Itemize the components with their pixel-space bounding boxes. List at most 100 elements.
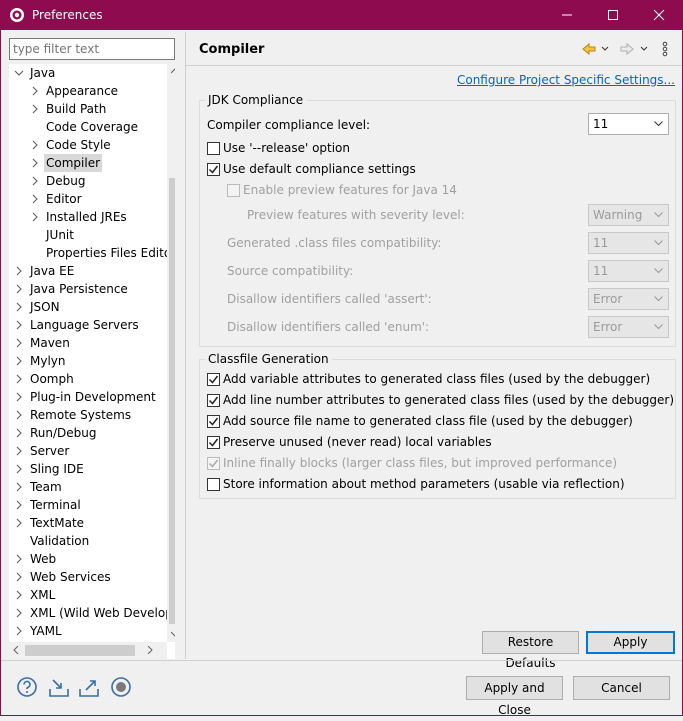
- chevron-right-icon[interactable]: [30, 208, 40, 226]
- classfile-option-checkbox[interactable]: [207, 394, 220, 407]
- chevron-right-icon[interactable]: [30, 172, 40, 190]
- classfile-option-checkbox[interactable]: [207, 436, 220, 449]
- tree-item[interactable]: Java EE: [9, 262, 167, 280]
- chevron-down-icon[interactable]: [14, 64, 24, 82]
- tree-item[interactable]: Editor: [9, 190, 167, 208]
- tree-horizontal-scroll-thumb[interactable]: [25, 645, 135, 656]
- close-button[interactable]: [636, 1, 682, 30]
- chevron-right-icon[interactable]: [14, 586, 24, 604]
- tree-vertical-scroll-thumb[interactable]: [169, 178, 175, 624]
- record-icon[interactable]: [109, 675, 133, 699]
- tree-item[interactable]: Terminal: [9, 496, 167, 514]
- chevron-right-icon[interactable]: [14, 334, 24, 352]
- preferences-tree[interactable]: Java Appearance Build Path Code Coverage Cod…: [9, 64, 175, 659]
- chevron-right-icon[interactable]: [14, 280, 24, 298]
- chevron-right-icon[interactable]: [14, 388, 24, 406]
- tree-item[interactable]: Properties Files Editor: [9, 244, 175, 262]
- back-arrow-icon[interactable]: [581, 41, 611, 57]
- maximize-button[interactable]: [590, 1, 636, 30]
- use-default-compliance-checkbox[interactable]: [207, 163, 220, 176]
- tree-item[interactable]: YAML: [9, 622, 167, 640]
- chevron-right-icon[interactable]: [14, 568, 24, 586]
- chevron-right-icon[interactable]: [14, 316, 24, 334]
- tree-item[interactable]: Web Services: [9, 568, 167, 586]
- scroll-right-icon[interactable]: [147, 646, 153, 654]
- tree-item[interactable]: Remote Systems: [9, 406, 167, 424]
- scroll-left-icon[interactable]: [13, 646, 19, 654]
- tree-item[interactable]: Installed JREs: [9, 208, 167, 226]
- import-icon[interactable]: [47, 675, 71, 699]
- tree-item[interactable]: JSON: [9, 298, 167, 316]
- tree-item[interactable]: Code Coverage: [9, 118, 167, 136]
- chevron-right-icon[interactable]: [14, 478, 24, 496]
- tree-item[interactable]: Compiler: [9, 154, 167, 172]
- chevron-right-icon[interactable]: [30, 136, 40, 154]
- panel-splitter[interactable]: [185, 32, 186, 659]
- help-icon[interactable]: [15, 675, 39, 699]
- tree-item[interactable]: Run/Debug: [9, 424, 167, 442]
- tree-item[interactable]: Validation: [9, 532, 167, 550]
- tree-item[interactable]: Team: [9, 478, 167, 496]
- configure-project-settings-link[interactable]: Configure Project Specific Settings...: [457, 73, 675, 87]
- tree-item[interactable]: Appearance: [9, 82, 167, 100]
- preview-severity-combo[interactable]: Warning: [588, 204, 669, 226]
- chevron-right-icon[interactable]: [14, 442, 24, 460]
- tree-item[interactable]: Server: [9, 442, 167, 460]
- apply-and-close-button[interactable]: Apply and Close: [466, 676, 563, 717]
- chevron-right-icon[interactable]: [30, 154, 40, 172]
- tree-item[interactable]: Code Style: [9, 136, 167, 154]
- classfile-option-checkbox[interactable]: [207, 478, 220, 491]
- minimize-button[interactable]: [544, 1, 590, 30]
- disallow-enum-combo[interactable]: Error: [588, 316, 669, 338]
- forward-arrow-icon[interactable]: [619, 41, 653, 57]
- chevron-right-icon[interactable]: [14, 514, 24, 532]
- apply-button[interactable]: Apply: [586, 631, 675, 654]
- enable-preview-checkbox[interactable]: [227, 184, 240, 197]
- chevron-right-icon[interactable]: [14, 460, 24, 478]
- chevron-right-icon[interactable]: [14, 550, 24, 568]
- filter-input[interactable]: [9, 38, 175, 60]
- chevron-right-icon[interactable]: [14, 622, 24, 640]
- scroll-up-icon[interactable]: [171, 68, 175, 74]
- generated-class-compat-combo[interactable]: 11: [588, 232, 669, 254]
- tree-item[interactable]: Java Persistence: [9, 280, 167, 298]
- tree-item[interactable]: XML (Wild Web Developer): [9, 604, 175, 622]
- chevron-right-icon[interactable]: [14, 352, 24, 370]
- tree-item[interactable]: Sling IDE: [9, 460, 167, 478]
- chevron-right-icon[interactable]: [14, 496, 24, 514]
- classfile-option-checkbox[interactable]: [207, 457, 220, 470]
- chevron-right-icon[interactable]: [14, 298, 24, 316]
- tree-item[interactable]: TextMate: [9, 514, 167, 532]
- tree-vertical-scrollbar[interactable]: [167, 64, 175, 642]
- tree-item[interactable]: Web: [9, 550, 167, 568]
- tree-item[interactable]: Java: [9, 64, 167, 82]
- source-compat-combo[interactable]: 11: [588, 260, 669, 282]
- tree-item[interactable]: XML: [9, 586, 167, 604]
- classfile-option-checkbox[interactable]: [207, 373, 220, 386]
- view-menu-icon[interactable]: [661, 41, 669, 57]
- classfile-option-checkbox[interactable]: [207, 415, 220, 428]
- restore-defaults-button[interactable]: Restore Defaults: [482, 631, 579, 670]
- tree-item[interactable]: JUnit: [9, 226, 167, 244]
- release-option-checkbox[interactable]: [207, 142, 220, 155]
- export-icon[interactable]: [77, 675, 101, 699]
- chevron-right-icon[interactable]: [30, 82, 40, 100]
- chevron-right-icon[interactable]: [14, 604, 24, 622]
- chevron-right-icon[interactable]: [14, 424, 24, 442]
- chevron-right-icon[interactable]: [14, 406, 24, 424]
- disallow-assert-combo[interactable]: Error: [588, 288, 669, 310]
- tree-item[interactable]: Oomph: [9, 370, 167, 388]
- tree-item[interactable]: Mylyn: [9, 352, 167, 370]
- chevron-right-icon[interactable]: [30, 100, 40, 118]
- tree-item[interactable]: Plug-in Development: [9, 388, 167, 406]
- chevron-right-icon[interactable]: [14, 262, 24, 280]
- scroll-down-icon[interactable]: [171, 631, 175, 637]
- chevron-right-icon[interactable]: [14, 370, 24, 388]
- cancel-button[interactable]: Cancel: [573, 676, 670, 700]
- tree-horizontal-scrollbar[interactable]: [9, 642, 167, 659]
- chevron-right-icon[interactable]: [30, 190, 40, 208]
- tree-item[interactable]: Debug: [9, 172, 167, 190]
- tree-item[interactable]: Maven: [9, 334, 167, 352]
- tree-item[interactable]: Language Servers: [9, 316, 167, 334]
- compliance-level-combo[interactable]: 11: [588, 113, 669, 135]
